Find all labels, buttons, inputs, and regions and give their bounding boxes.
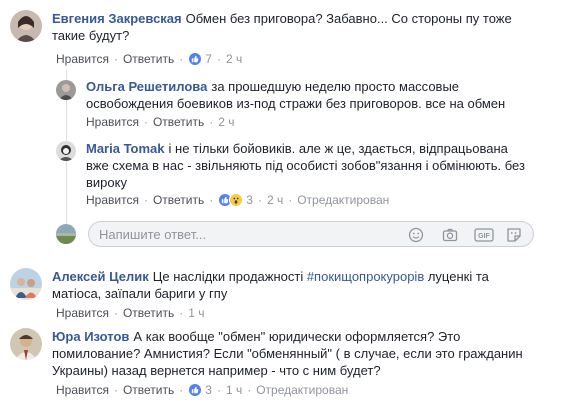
comment-author[interactable]: Юра Изотов [52, 329, 129, 344]
separator-dot: · [179, 306, 184, 320]
reply-body: Ольга Решетилова за прошедшую неделю прос… [86, 78, 531, 112]
separator-dot: · [179, 383, 184, 397]
like-button[interactable]: Нравится [56, 305, 109, 321]
hashtag-link[interactable]: #покищопрокурорів [307, 269, 424, 284]
timestamp[interactable]: 2 ч [218, 114, 234, 130]
like-button[interactable]: Нравится [86, 114, 139, 130]
timestamp[interactable]: 2 ч [226, 51, 242, 67]
reply-button[interactable]: Ответить [123, 382, 174, 398]
reply-button[interactable]: Ответить [123, 51, 174, 67]
reply-actions: Нравится · Ответить · 2 ч [86, 114, 235, 130]
reply-actions: Нравится · Ответить · 3 · 2 ч · Отредакт… [86, 192, 389, 208]
like-button[interactable]: Нравится [56, 51, 109, 67]
separator-dot: · [113, 52, 118, 66]
avatar[interactable] [56, 141, 76, 161]
separator-dot: · [209, 115, 214, 129]
separator-dot: · [216, 383, 221, 397]
separator-dot: · [113, 306, 118, 320]
svg-text:GIF: GIF [478, 233, 490, 240]
reaction-count[interactable]: 3 [205, 382, 212, 398]
gif-icon[interactable]: GIF [473, 226, 495, 244]
comment-text: Це наслідки продажності [152, 269, 307, 284]
avatar[interactable] [10, 10, 42, 42]
reply-author[interactable]: Ольга Решетилова [86, 79, 207, 94]
reply-composer: GIF [88, 221, 534, 247]
comment-author[interactable]: Евгения Закревская [52, 11, 182, 26]
reaction-icons[interactable] [188, 383, 203, 397]
separator-dot: · [216, 52, 221, 66]
comment-actions: Нравится · Ответить · 1 ч [56, 305, 205, 321]
timestamp[interactable]: 2 ч [267, 192, 283, 208]
avatar[interactable] [56, 224, 76, 244]
reply-input[interactable] [99, 226, 399, 242]
avatar[interactable] [10, 328, 42, 360]
separator-dot: · [288, 193, 293, 207]
reply-author[interactable]: Maria Tomak [86, 141, 165, 156]
separator-dot: · [143, 115, 148, 129]
wow-reaction-icon [229, 193, 244, 207]
separator-dot: · [257, 193, 262, 207]
timestamp[interactable]: 1 ч [188, 305, 204, 321]
camera-icon[interactable] [441, 226, 459, 244]
comment-actions: Нравится · Ответить · 3 · 1 ч · Отредакт… [56, 382, 348, 398]
edited-label[interactable]: Отредактирован [297, 192, 389, 208]
timestamp[interactable]: 1 ч [226, 382, 242, 398]
like-reaction-icon [188, 383, 203, 397]
separator-dot: · [179, 52, 184, 66]
emoji-icon[interactable] [407, 226, 425, 244]
avatar[interactable] [10, 268, 42, 300]
like-button[interactable]: Нравится [86, 192, 139, 208]
sticker-icon[interactable] [505, 226, 523, 244]
comment-body: Юра Изотов А как вообще "обмен" юридическ… [52, 328, 532, 379]
separator-dot: · [113, 383, 118, 397]
reaction-count[interactable]: 7 [205, 51, 212, 67]
reaction-count[interactable]: 3 [246, 192, 253, 208]
reply-button[interactable]: Ответить [123, 305, 174, 321]
reaction-icons[interactable] [218, 193, 244, 207]
comment-author[interactable]: Алексей Целик [52, 269, 149, 284]
reply-body: Maria Tomak і не тільки бойовиків. але ж … [86, 140, 531, 191]
edited-label[interactable]: Отредактирован [256, 382, 348, 398]
comment-body: Евгения Закревская Обмен без приговора? З… [52, 10, 532, 44]
reply-button[interactable]: Ответить [153, 192, 204, 208]
like-button[interactable]: Нравится [56, 382, 109, 398]
avatar[interactable] [56, 80, 76, 100]
reaction-icons[interactable] [188, 52, 203, 66]
separator-dot: · [209, 193, 214, 207]
comment-body: Алексей Целик Це наслідки продажності #по… [52, 268, 522, 302]
separator-dot: · [247, 383, 252, 397]
separator-dot: · [143, 193, 148, 207]
comment-actions: Нравится · Ответить · 7 · 2 ч [56, 51, 242, 67]
reply-button[interactable]: Ответить [153, 114, 204, 130]
like-reaction-icon [188, 52, 203, 66]
